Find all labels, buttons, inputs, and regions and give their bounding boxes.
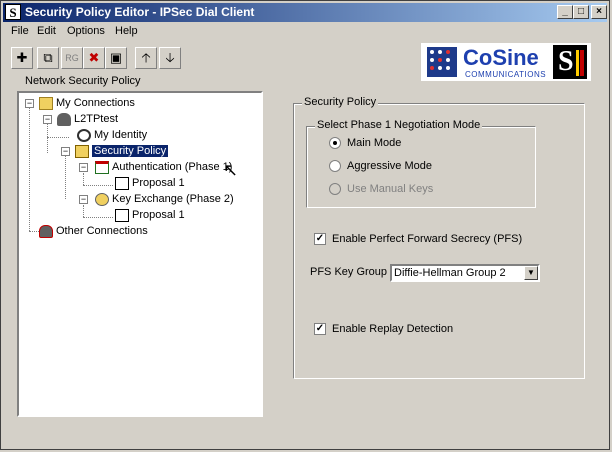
tree-node-security-policy[interactable]: Security Policy bbox=[75, 143, 169, 159]
safenet-badge-icon: S bbox=[553, 45, 587, 79]
copy-button[interactable]: ⧉ bbox=[37, 47, 59, 69]
main-mode-radio[interactable]: Main Mode bbox=[329, 137, 401, 149]
menu-bar: File Edit Options Help bbox=[3, 23, 607, 41]
menu-file[interactable]: File bbox=[11, 25, 29, 37]
badge-letter: S bbox=[558, 46, 574, 77]
other-connections-icon bbox=[39, 224, 53, 238]
tree-node-key-exchange[interactable]: Key Exchange (Phase 2) bbox=[95, 191, 234, 207]
pfs-key-group-label: PFS Key Group bbox=[310, 266, 388, 278]
checkbox-box: ✓ bbox=[314, 323, 326, 335]
menu-options[interactable]: Options bbox=[67, 25, 105, 37]
tree-node-label: Proposal 1 bbox=[132, 209, 185, 221]
checkbox-box: ✓ bbox=[314, 233, 326, 245]
expander-l2tptest[interactable]: − bbox=[43, 115, 52, 124]
radio-dot bbox=[329, 137, 341, 149]
tree-node-label: Authentication (Phase 1) bbox=[112, 161, 233, 173]
delete-button[interactable]: ✖ bbox=[83, 47, 105, 69]
new-connection-button[interactable]: ✚ bbox=[11, 47, 33, 69]
tree-node-other-connections[interactable]: Other Connections bbox=[39, 223, 148, 239]
delete-icon: ✖ bbox=[88, 50, 100, 65]
move-up-icon: 🡡 bbox=[141, 50, 151, 65]
tree-node-key-proposal-1[interactable]: Proposal 1 bbox=[115, 207, 185, 223]
tree-node-label: Other Connections bbox=[56, 225, 148, 237]
tree-node-authentication[interactable]: Authentication (Phase 1) bbox=[95, 159, 232, 175]
menu-help[interactable]: Help bbox=[115, 25, 138, 37]
security-policy-title: Security Policy bbox=[302, 96, 379, 108]
move-down-button[interactable]: 🡣 bbox=[159, 47, 181, 69]
title-bar: S Security Policy Editor - IPSec Dial Cl… bbox=[3, 3, 607, 22]
copy-icon: ⧉ bbox=[43, 50, 53, 65]
tree-node-label: My Identity bbox=[94, 129, 148, 141]
tree-node-my-identity[interactable]: My Identity bbox=[77, 127, 147, 143]
radio-label: Aggressive Mode bbox=[347, 160, 432, 172]
policy-tree[interactable]: − My Connections − L2TPtest My Identity … bbox=[17, 91, 263, 417]
tree-node-label: Security Policy bbox=[92, 145, 169, 157]
maximize-button[interactable]: □ bbox=[573, 5, 589, 19]
radio-label: Use Manual Keys bbox=[347, 183, 434, 195]
window-title: Security Policy Editor - IPSec Dial Clie… bbox=[25, 5, 255, 19]
tree-node-l2tptest[interactable]: L2TPtest bbox=[57, 111, 118, 127]
expander-authentication[interactable]: − bbox=[79, 163, 88, 172]
checkbox-label: Enable Replay Detection bbox=[332, 323, 454, 335]
close-button[interactable]: × bbox=[591, 5, 607, 19]
tree-node-label: Key Exchange (Phase 2) bbox=[112, 193, 234, 205]
tree-node-label: Proposal 1 bbox=[132, 177, 185, 189]
menu-edit[interactable]: Edit bbox=[37, 25, 56, 37]
document-icon bbox=[115, 208, 129, 222]
policy-icon bbox=[75, 144, 89, 158]
radio-dot bbox=[329, 183, 341, 195]
tree-node-my-connections[interactable]: My Connections bbox=[39, 95, 135, 111]
rg-button[interactable]: RG bbox=[61, 47, 83, 69]
chevron-down-icon[interactable]: ▼ bbox=[524, 266, 538, 280]
save-button[interactable]: ▣ bbox=[105, 47, 127, 69]
expander-security-policy[interactable]: − bbox=[61, 147, 70, 156]
logo-grid-icon bbox=[427, 47, 457, 77]
folder-icon bbox=[39, 96, 53, 110]
phase1-mode-title: Select Phase 1 Negotiation Mode bbox=[315, 119, 483, 131]
move-up-button[interactable]: 🡡 bbox=[135, 47, 157, 69]
tree-label: Network Security Policy bbox=[25, 75, 141, 87]
select-value: Diffie-Hellman Group 2 bbox=[394, 267, 506, 279]
expander-key-exchange[interactable]: − bbox=[79, 195, 88, 204]
logo-subtext: COMMUNICATIONS bbox=[465, 70, 547, 79]
certificate-icon bbox=[95, 160, 109, 174]
replay-detection-checkbox[interactable]: ✓ Enable Replay Detection bbox=[314, 323, 453, 335]
save-icon: ▣ bbox=[109, 50, 123, 65]
key-exchange-icon bbox=[95, 192, 109, 206]
pfs-checkbox[interactable]: ✓ Enable Perfect Forward Secrecy (PFS) bbox=[314, 233, 522, 245]
minimize-button[interactable]: _ bbox=[557, 5, 573, 19]
identity-icon bbox=[77, 128, 91, 142]
phase1-mode-group: Select Phase 1 Negotiation Mode Main Mod… bbox=[306, 119, 536, 208]
expander-my-connections[interactable]: − bbox=[25, 99, 34, 108]
connection-lock-icon bbox=[57, 112, 71, 126]
pfs-key-group-select[interactable]: Diffie-Hellman Group 2 ▼ bbox=[390, 264, 540, 282]
radio-label: Main Mode bbox=[347, 137, 402, 149]
security-policy-group: Security Policy Select Phase 1 Negotiati… bbox=[293, 96, 585, 379]
move-down-icon: 🡣 bbox=[165, 50, 175, 65]
app-window: S Security Policy Editor - IPSec Dial Cl… bbox=[0, 0, 610, 450]
app-icon[interactable]: S bbox=[5, 4, 21, 20]
logo-text: CoSine bbox=[463, 45, 539, 70]
manual-keys-radio[interactable]: Use Manual Keys bbox=[329, 183, 433, 195]
aggressive-mode-radio[interactable]: Aggressive Mode bbox=[329, 160, 432, 172]
tree-node-label: L2TPtest bbox=[74, 113, 119, 125]
tree-node-auth-proposal-1[interactable]: Proposal 1 bbox=[115, 175, 185, 191]
document-icon bbox=[115, 176, 129, 190]
tree-node-label: My Connections bbox=[56, 97, 135, 109]
rg-icon: RG bbox=[65, 53, 79, 63]
mouse-pointer-icon: ↖ bbox=[223, 160, 239, 180]
radio-dot bbox=[329, 160, 341, 172]
checkbox-label: Enable Perfect Forward Secrecy (PFS) bbox=[332, 233, 523, 245]
new-connection-icon: ✚ bbox=[16, 50, 28, 65]
